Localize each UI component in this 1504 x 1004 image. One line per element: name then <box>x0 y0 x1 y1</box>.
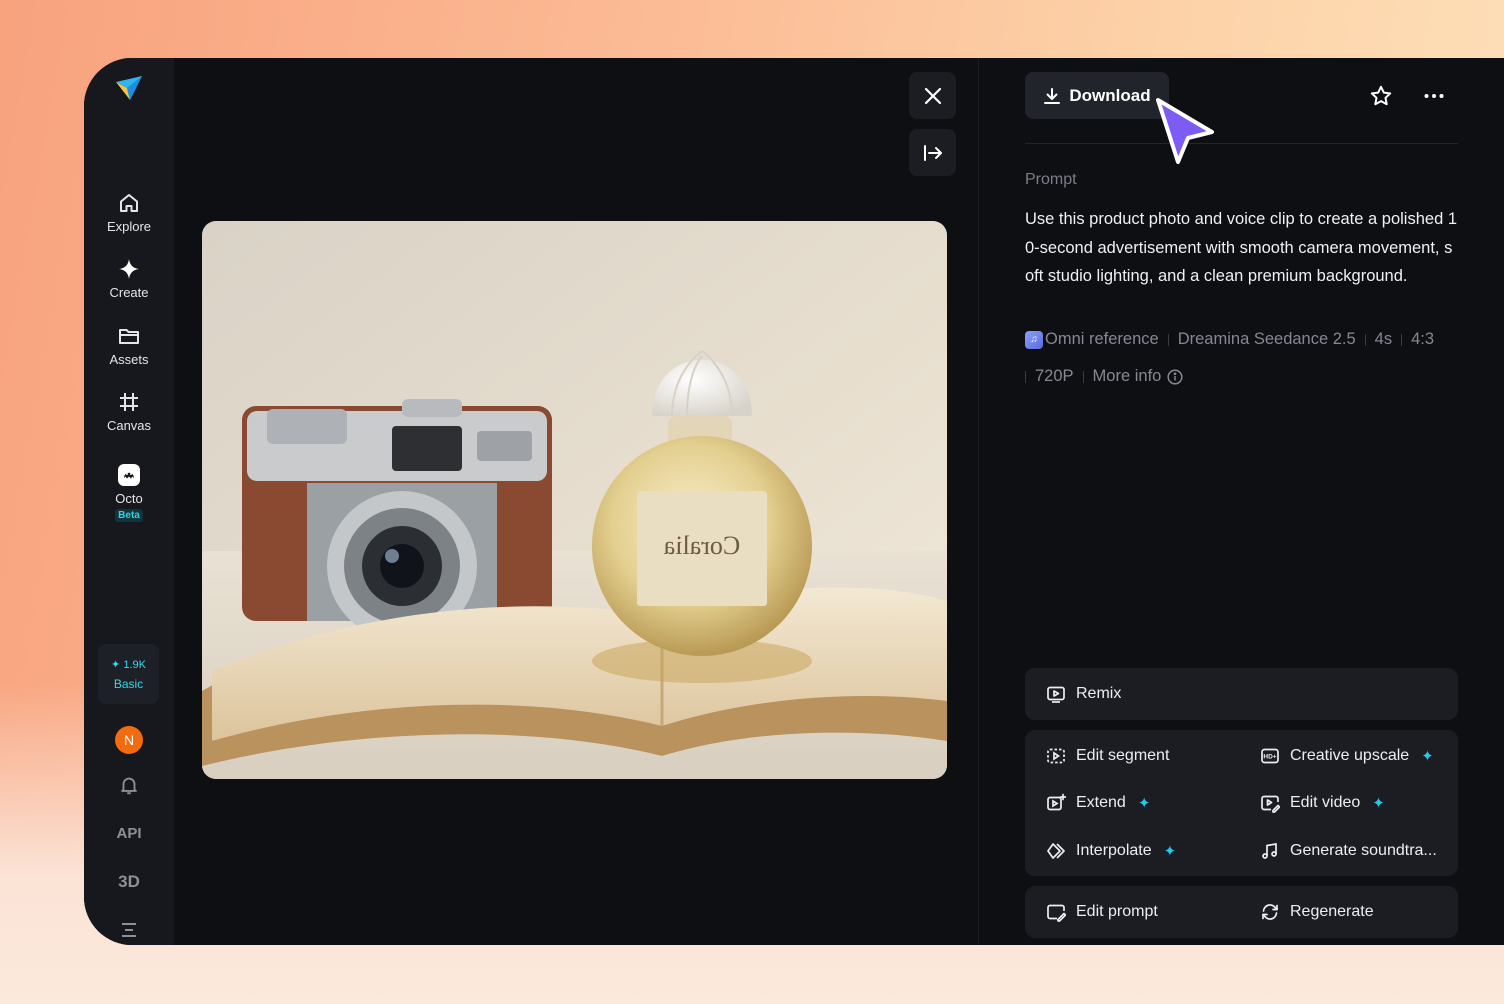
resolution: 720P <box>1035 367 1074 385</box>
remix-icon <box>1047 686 1065 703</box>
extend-label: Extend <box>1076 794 1126 811</box>
details-panel: Download Prompt Use this product photo a… <box>1025 58 1458 945</box>
canvas-icon <box>120 393 138 411</box>
interpolate-button[interactable]: Interpolate ✦ <box>1046 841 1176 861</box>
close-icon <box>924 87 941 104</box>
edit-prompt-icon <box>1047 904 1066 922</box>
sidebar-item-label: Octo <box>115 491 143 506</box>
app-logo[interactable] <box>112 70 146 104</box>
sidebar: Explore Create Assets Canvas Octo Beta ✦… <box>84 58 174 945</box>
star-icon[interactable] <box>1369 84 1393 108</box>
notifications-button[interactable] <box>84 774 174 796</box>
music-note-icon <box>1262 842 1277 859</box>
edit-segment-icon <box>1047 748 1065 764</box>
creative-upscale-label: Creative upscale <box>1290 747 1410 764</box>
close-button[interactable] <box>909 72 956 119</box>
sidebar-item-canvas[interactable]: Canvas <box>84 390 174 433</box>
remix-card: Remix <box>1025 668 1458 720</box>
beta-badge: Beta <box>115 509 143 522</box>
sparkle-icon: ✦ <box>1421 748 1434 765</box>
sidebar-item-explore[interactable]: Explore <box>84 191 174 234</box>
collapse-panel-button[interactable] <box>909 129 956 176</box>
more-options-icon[interactable] <box>1423 85 1445 107</box>
generated-image[interactable]: Coralia <box>202 221 947 779</box>
media-viewer: Coralia <box>174 58 978 945</box>
regenerate-icon <box>1262 904 1278 920</box>
edit-segment-label: Edit segment <box>1076 747 1170 764</box>
aspect-ratio: 4:3 <box>1411 330 1435 348</box>
sidebar-item-label: Assets <box>109 352 149 367</box>
interpolate-label: Interpolate <box>1076 842 1152 859</box>
avatar[interactable]: N <box>115 726 143 754</box>
sparkle-icon <box>119 259 139 279</box>
sparkle-icon: ✦ <box>1137 795 1151 812</box>
download-label: Download <box>1069 85 1151 105</box>
generation-meta-2: 720P More info <box>1016 367 1183 386</box>
edit-tools-card: Edit segment HD+ Creative upscale ✦ Exte… <box>1025 730 1458 876</box>
edit-video-icon <box>1261 795 1280 813</box>
menu-button[interactable] <box>84 920 174 940</box>
credits-badge[interactable]: ✦ 1.9K Basic <box>98 644 159 704</box>
model-name: Dreamina Seedance 2.5 <box>1177 330 1356 348</box>
arrow-right-bar-icon <box>923 144 942 161</box>
svg-text:HD+: HD+ <box>1263 754 1276 761</box>
bell-icon <box>121 777 137 795</box>
creative-upscale-button[interactable]: HD+ Creative upscale ✦ <box>1260 746 1434 766</box>
edit-video-button[interactable]: Edit video ✦ <box>1260 793 1385 813</box>
header-divider <box>1025 143 1458 144</box>
panel-divider <box>978 58 979 945</box>
sparkle-icon: ✦ <box>1372 795 1385 812</box>
perfume-camera-photo: Coralia <box>202 221 947 779</box>
sidebar-item-octo[interactable]: Octo Beta <box>84 463 174 522</box>
more-info-link[interactable]: More info <box>1093 367 1162 386</box>
plan-label: Basic <box>113 676 144 691</box>
app-window: Explore Create Assets Canvas Octo Beta ✦… <box>84 58 1504 945</box>
regenerate-label: Regenerate <box>1290 903 1374 920</box>
sidebar-item-assets[interactable]: Assets <box>84 324 174 367</box>
prompt-text: Use this product photo and voice clip to… <box>1025 210 1458 285</box>
menu-icon <box>122 923 136 937</box>
octo-icon <box>118 464 140 486</box>
generate-soundtrack-label: Generate soundtra... <box>1290 842 1437 859</box>
interpolate-icon <box>1047 843 1065 859</box>
prompt-label: Prompt <box>1025 171 1077 188</box>
generate-soundtrack-button[interactable]: Generate soundtra... <box>1260 841 1437 861</box>
extend-button[interactable]: Extend ✦ <box>1046 793 1150 813</box>
generation-meta: ♫ Omni reference Dreamina Seedance 2.5 4… <box>1025 330 1434 349</box>
meta-separator <box>1082 370 1084 383</box>
sidebar-item-create[interactable]: Create <box>84 257 174 300</box>
meta-separator <box>1364 333 1366 346</box>
meta-separator <box>1167 333 1169 346</box>
sparkle-icon: ✦ <box>1163 843 1177 860</box>
download-button[interactable]: Download <box>1025 72 1169 119</box>
regenerate-button[interactable]: Regenerate <box>1260 902 1374 922</box>
edit-video-label: Edit video <box>1290 794 1361 811</box>
folder-icon <box>119 329 139 344</box>
meta-separator <box>1025 370 1026 383</box>
info-icon[interactable] <box>1167 368 1183 385</box>
remix-button[interactable]: Remix <box>1046 684 1121 704</box>
credits-amount: ✦ 1.9K <box>111 658 146 671</box>
home-icon <box>120 194 138 212</box>
api-link[interactable]: API <box>84 825 174 842</box>
meta-separator <box>1401 333 1403 346</box>
duration: 4s <box>1374 330 1393 348</box>
bottle-label-text: Coralia <box>663 531 740 560</box>
sidebar-item-label: Canvas <box>106 418 152 433</box>
reference-type: Omni reference <box>1045 330 1159 348</box>
download-icon <box>1044 87 1061 104</box>
edit-prompt-button[interactable]: Edit prompt <box>1046 902 1158 922</box>
sidebar-item-label: Create <box>109 285 149 300</box>
edit-segment-button[interactable]: Edit segment <box>1046 746 1169 766</box>
remix-label: Remix <box>1076 685 1122 702</box>
pointer-cursor-icon <box>1156 98 1214 164</box>
omni-reference-icon: ♫ <box>1025 330 1043 349</box>
3d-link[interactable]: 3D <box>84 872 174 892</box>
edit-prompt-label: Edit prompt <box>1076 903 1158 920</box>
sidebar-item-label: Explore <box>106 219 152 234</box>
extend-icon <box>1047 793 1066 811</box>
hd-upscale-icon: HD+ <box>1261 748 1279 764</box>
prompt-tools-card: Edit prompt Regenerate <box>1025 886 1458 938</box>
